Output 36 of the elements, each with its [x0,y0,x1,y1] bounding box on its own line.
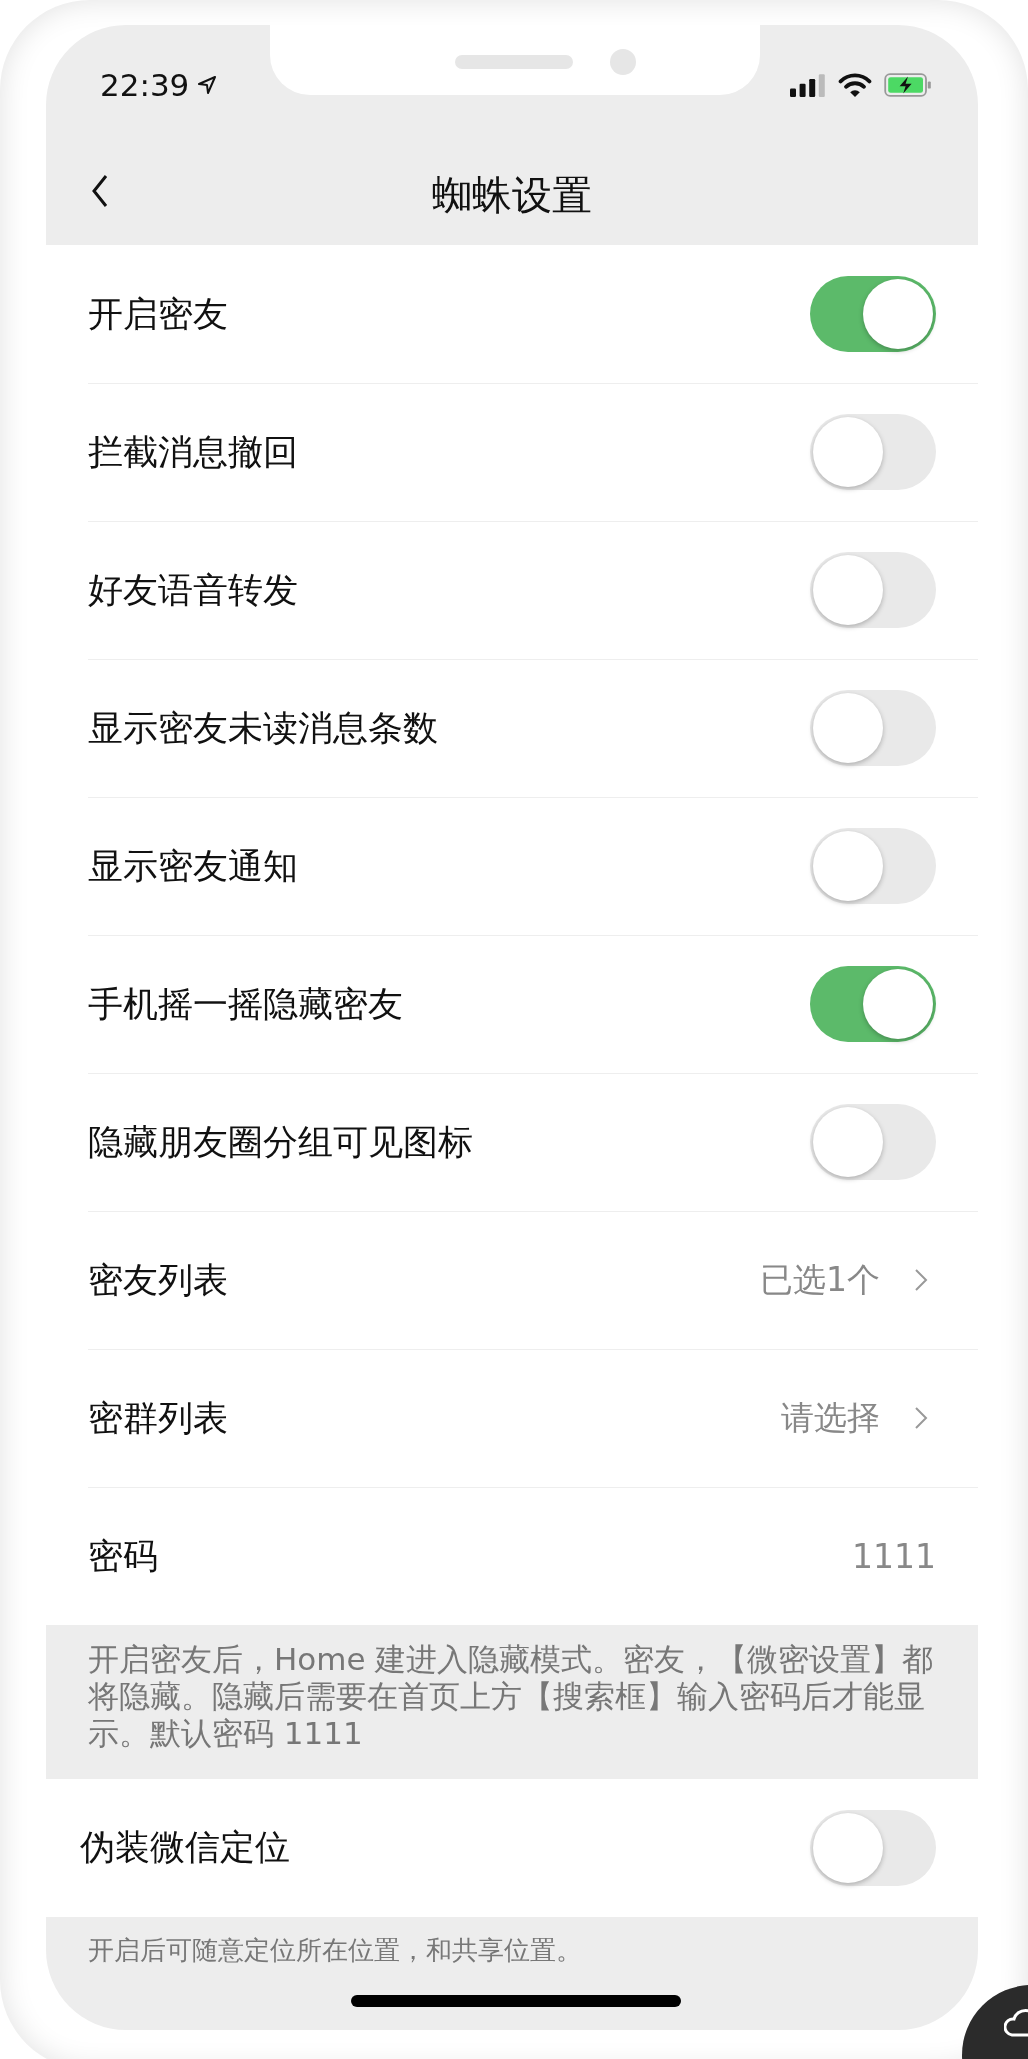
setting-label: 密友列表 [88,1258,229,1302]
settings-row[interactable]: 显示密友未读消息条数 [46,659,978,797]
settings-row[interactable]: 密码 1111 [46,1487,978,1625]
settings-row[interactable]: 伪装微信定位 [46,1778,978,1917]
setting-label: 手机摇一摇隐藏密友 [88,982,404,1026]
chevron-right-icon [914,1268,928,1292]
settings-row[interactable]: 密友列表 已选1个 [46,1211,978,1349]
setting-value: 1111 [852,1536,936,1576]
settings-row[interactable]: 密群列表 请选择 [46,1349,978,1487]
battery-charging-icon [884,73,932,97]
settings-row[interactable]: 拦截消息撤回 [46,383,978,521]
setting-label: 伪装微信定位 [80,1826,291,1870]
setting-label: 好友语音转发 [88,568,299,612]
setting-label: 密群列表 [88,1396,229,1440]
chevron-right-icon [914,1406,928,1430]
setting-label: 开启密友 [88,292,229,336]
setting-label: 密码 [88,1534,159,1578]
settings-row[interactable]: 隐藏朋友圈分组可见图标 [46,1073,978,1211]
settings-row[interactable]: 开启密友 [46,245,978,383]
footnote-text: 开启后可随意定位所在位置，和共享位置。 [88,1934,583,1966]
location-arrow-icon [197,75,218,95]
page-title: 蜘蛛设置 [432,170,592,220]
wifi-icon [838,73,872,97]
setting-label: 拦截消息撤回 [88,430,299,474]
setting-label: 显示密友未读消息条数 [88,706,439,750]
setting-label: 显示密友通知 [88,844,299,888]
setting-value: 请选择 [781,1396,880,1439]
signal-icon [790,73,826,97]
back-chevron-icon[interactable] [90,173,110,209]
setting-label: 隐藏朋友圈分组可见图标 [88,1120,474,1164]
footnote-text: 开启密友后，Home 建进入隐藏模式。密友，【微密设置】都将隐藏。隐藏后需要在首页上方【搜索框】输入密码后才能显示。默认密码 1111 [88,1641,935,1753]
setting-value: 已选1个 [760,1258,880,1301]
settings-row[interactable]: 手机摇一摇隐藏密友 [46,935,978,1073]
settings-row[interactable]: 显示密友通知 [46,797,978,935]
status-time: 22:39 [100,67,190,103]
settings-row[interactable]: 好友语音转发 [46,521,978,659]
